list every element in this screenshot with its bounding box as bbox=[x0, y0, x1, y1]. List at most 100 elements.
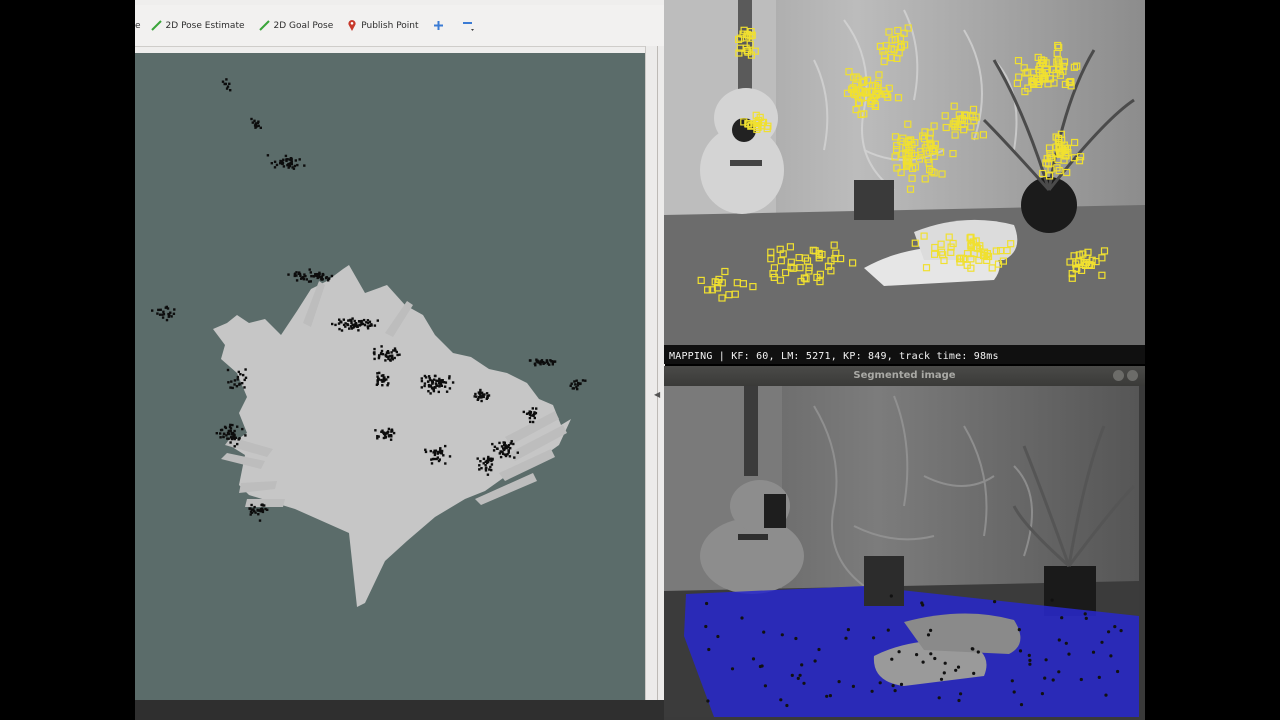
map-point bbox=[443, 385, 447, 388]
map-point bbox=[257, 124, 260, 128]
map-point bbox=[548, 363, 551, 366]
map-view[interactable] bbox=[135, 53, 645, 700]
map-point bbox=[293, 274, 296, 278]
mapping-camera-image bbox=[664, 0, 1145, 364]
segmentation-point bbox=[762, 630, 766, 634]
map-point bbox=[384, 435, 387, 439]
map-point bbox=[503, 441, 506, 444]
map-point bbox=[229, 89, 232, 92]
map-point bbox=[429, 449, 432, 453]
map-point bbox=[238, 437, 241, 440]
segmentation-point bbox=[1028, 662, 1032, 666]
map-point bbox=[384, 359, 387, 362]
map-point bbox=[233, 433, 236, 436]
map-point bbox=[535, 360, 538, 363]
map-point bbox=[287, 273, 290, 276]
map-point bbox=[346, 323, 350, 327]
map-point bbox=[287, 162, 290, 166]
minimize-button[interactable] bbox=[1113, 370, 1124, 381]
map-point bbox=[370, 323, 373, 326]
rviz-status-bar bbox=[135, 700, 664, 720]
publish-point-tool[interactable]: Publish Point bbox=[340, 14, 425, 38]
map-point bbox=[215, 432, 218, 435]
collapse-arrow-icon[interactable]: ◀ bbox=[654, 390, 660, 399]
close-button[interactable] bbox=[1127, 370, 1138, 381]
segmentation-point bbox=[878, 681, 882, 685]
segmentation-point bbox=[937, 696, 941, 700]
map-point bbox=[380, 378, 383, 382]
mapping-camera-window: MAPPING | KF: 60, LM: 5271, KP: 849, tra… bbox=[664, 0, 1145, 364]
map-point bbox=[486, 394, 489, 398]
map-point bbox=[478, 468, 481, 471]
map-point bbox=[293, 164, 297, 168]
map-point bbox=[380, 351, 383, 355]
segmentation-point bbox=[899, 682, 904, 686]
map-point bbox=[433, 374, 437, 378]
map-point bbox=[483, 393, 486, 396]
segmentation-point bbox=[890, 657, 894, 661]
segmentation-point bbox=[802, 681, 806, 685]
map-point bbox=[231, 386, 234, 390]
map-point bbox=[552, 360, 556, 363]
segmentation-point bbox=[993, 600, 997, 604]
pose-estimate-tool[interactable]: 2D Pose Estimate bbox=[144, 14, 252, 38]
toolbar-clipped-tool[interactable]: e bbox=[135, 14, 144, 38]
segmentation-point bbox=[1064, 641, 1068, 645]
map-point bbox=[312, 275, 316, 278]
map-point bbox=[231, 423, 234, 427]
map-point bbox=[229, 441, 232, 444]
map-point bbox=[231, 437, 234, 440]
map-point bbox=[297, 272, 301, 275]
segmentation-point bbox=[1012, 690, 1016, 694]
map-point bbox=[261, 510, 265, 514]
map-point bbox=[161, 316, 165, 319]
map-point bbox=[308, 268, 311, 271]
zoom-in-button[interactable] bbox=[426, 14, 455, 38]
segmentation-point bbox=[1051, 678, 1055, 682]
segmentation-point bbox=[870, 689, 874, 693]
map-point bbox=[438, 380, 441, 383]
map-point bbox=[249, 507, 252, 510]
map-point bbox=[257, 513, 260, 516]
map-point bbox=[254, 511, 257, 514]
map-point bbox=[157, 308, 160, 312]
map-point bbox=[233, 445, 236, 448]
map-point bbox=[330, 274, 334, 278]
map-point bbox=[244, 376, 248, 379]
map-point bbox=[427, 390, 430, 393]
segmentation-point bbox=[1027, 653, 1031, 657]
map-point bbox=[390, 435, 393, 438]
map-point bbox=[266, 508, 269, 511]
map-point bbox=[571, 387, 574, 390]
map-point bbox=[362, 318, 366, 322]
map-point bbox=[256, 508, 259, 511]
segmentation-point bbox=[796, 676, 800, 680]
map-point bbox=[482, 457, 486, 460]
map-point bbox=[353, 319, 356, 323]
map-point bbox=[159, 308, 162, 311]
segmentation-point bbox=[813, 659, 817, 663]
map-point bbox=[377, 355, 381, 358]
map-point bbox=[164, 306, 167, 309]
goal-pose-tool[interactable]: 2D Goal Pose bbox=[252, 14, 341, 38]
map-point bbox=[394, 349, 397, 352]
map-point bbox=[349, 318, 352, 322]
zoom-out-button[interactable] bbox=[455, 14, 486, 38]
map-point bbox=[340, 329, 344, 332]
map-point bbox=[275, 163, 279, 167]
segmentation-point bbox=[716, 634, 720, 639]
segmentation-point bbox=[846, 628, 850, 632]
map-point bbox=[290, 160, 293, 163]
map-point bbox=[342, 318, 345, 321]
map-point bbox=[236, 375, 240, 379]
segmented-window-titlebar[interactable]: Segmented image bbox=[664, 366, 1145, 386]
side-panel-splitter[interactable]: ◀ bbox=[645, 46, 665, 700]
map-point bbox=[298, 158, 301, 161]
map-point bbox=[253, 505, 256, 509]
location-pin-icon bbox=[348, 20, 356, 31]
map-point bbox=[496, 447, 499, 450]
map-point bbox=[233, 379, 237, 382]
map-point bbox=[531, 420, 535, 424]
segmentation-point bbox=[972, 671, 976, 675]
map-point bbox=[527, 412, 531, 415]
